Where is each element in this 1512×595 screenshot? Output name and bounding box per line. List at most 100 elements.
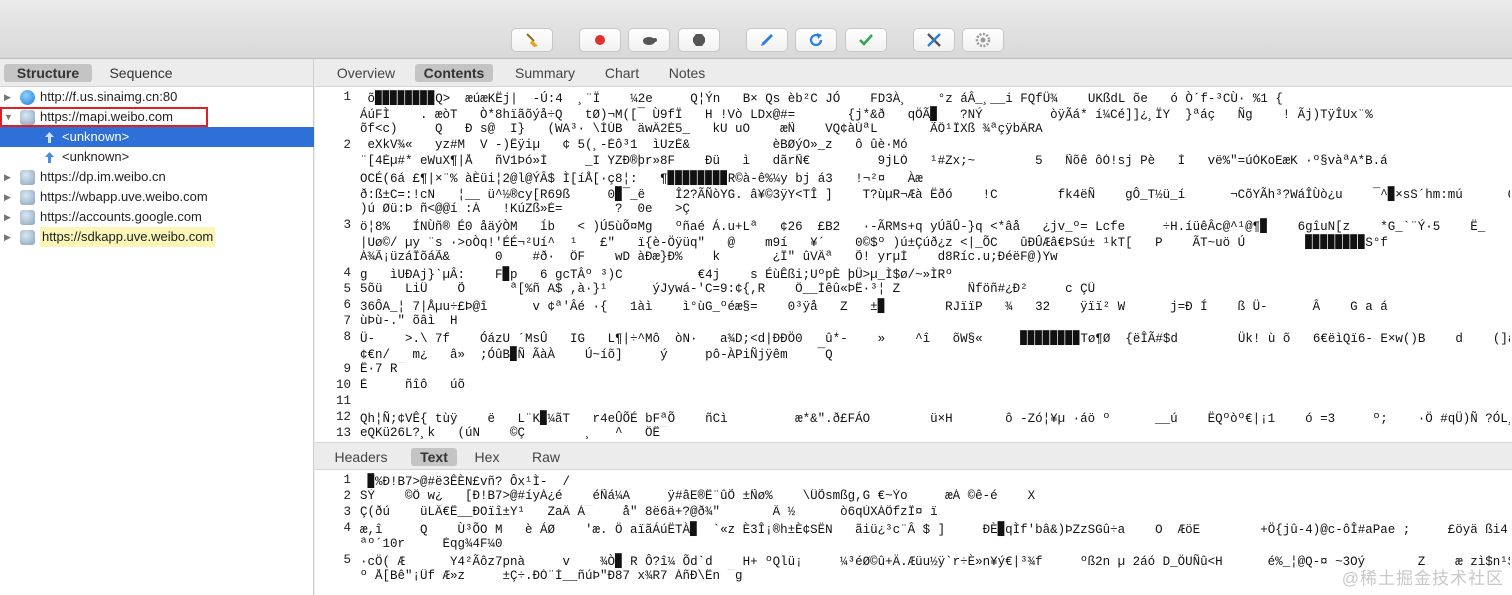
pen-icon[interactable] <box>746 28 788 52</box>
line-number: 2 <box>343 138 351 152</box>
line-text: OCÉ(6á £¶|×¨% àÈüi¦2@l@ÝÂ$ Ì[íÅ[·ç8¦: ¶▉… <box>360 172 923 186</box>
broom-icon[interactable] <box>511 28 553 52</box>
lock-globe-icon <box>20 110 35 125</box>
response-text-view[interactable]: 1 ▉%Ð!B7>@#ë3ÊÈN£vñ? Ôx¹Ì- / 2 SÝ ©Ô w¿ [Ð… <box>315 470 1512 595</box>
collapsed-triangle-icon[interactable]: ▶ <box>4 187 11 207</box>
tree-row[interactable]: <unknown> <box>0 127 314 147</box>
collapsed-triangle-icon[interactable]: ▶ <box>4 207 11 227</box>
line-number: 10 <box>335 378 351 392</box>
collapsed-triangle-icon[interactable]: ▶ <box>4 87 11 107</box>
record-icon[interactable] <box>579 28 621 52</box>
line-number: 1 <box>343 90 351 104</box>
tab-headers[interactable]: Headers <box>327 448 395 466</box>
left-tab-bar: Structure Sequence <box>0 59 313 87</box>
line-text: ªº´10r Éqg¾4F¼0 <box>360 537 503 551</box>
upload-arrow-icon <box>42 150 57 165</box>
tab-chart[interactable]: Chart <box>595 64 649 82</box>
tab-structure[interactable]: Structure <box>4 64 92 82</box>
line-text: ¢€n/ m¿ â» ;ÓûB▉Ñ ÃàÀ Ú~íõ] ý pô-ÀPiÑjÿê… <box>360 348 833 362</box>
host-tree: ▶ http://f.us.sinaimg.cn:80 ▼ https://mapi.… <box>0 87 314 287</box>
line-number: 5 <box>343 282 351 296</box>
tab-text[interactable]: Text <box>411 448 457 466</box>
tab-summary[interactable]: Summary <box>505 64 585 82</box>
line-text: ÁúFÌ . æòT Ò*8hïãõýå÷Q tØ)¬M([¯ Ù9fÏ H !… <box>360 108 1373 122</box>
line-text: 36ÔA_¦ 7|Åµu÷£Þ@î v ¢ª'Âé ·{ 1àì ì°ùG_ºé… <box>360 300 1388 314</box>
line-text: Ê·7 R¯ <box>360 362 406 376</box>
lock-globe-icon <box>20 230 35 245</box>
line-text: õf<c) Q Ð s@ I} (WA³· \ÍÙB äwÄ2É5_ kU uO… <box>360 122 1043 136</box>
tree-item-label: https://wbapp.uve.weibo.com <box>40 189 208 204</box>
content-tab-bar: Overview Contents Summary Chart Notes <box>315 59 1512 87</box>
refresh-icon[interactable] <box>795 28 837 52</box>
tree-item-label: https://mapi.weibo.com <box>40 109 173 124</box>
tools-icon[interactable] <box>913 28 955 52</box>
lock-globe-icon <box>20 170 35 185</box>
line-text: |Uø©/ µy ¨s ·>oÒq!'ÉÉ¬²Uí^ ¹ £" ï{è-Öÿüq… <box>360 236 1388 250</box>
tree-row[interactable]: ▶ https://accounts.google.com <box>0 207 314 227</box>
tree-item-label: https://sdkapp.uve.weibo.com <box>40 227 216 247</box>
tab-sequence[interactable]: Sequence <box>100 64 182 82</box>
line-text: ¨[4Éµ#* eWuX¶|Å ñV1Þó»Ì _I YZÐ®þr»8F Ðü … <box>360 154 1388 168</box>
line-text: º Å[Bê"¡Ûf Æ»z ±Ç÷.ÐÒ¨Ì__ñúÞ"Ð87 x¾R7 Áñ… <box>360 569 743 583</box>
collapsed-triangle-icon[interactable]: ▶ <box>4 227 11 247</box>
stop-icon[interactable] <box>678 28 720 52</box>
line-text: ùÞù-." õâì H <box>360 314 458 328</box>
line-number: 4 <box>343 266 351 280</box>
structure-panel: Structure Sequence ▶ http://f.us.sinaimg.… <box>0 59 314 595</box>
upload-arrow-icon <box>42 130 57 145</box>
line-number: 1 <box>343 473 351 487</box>
toolbar <box>0 0 1512 59</box>
check-icon[interactable] <box>845 28 887 52</box>
expanded-triangle-icon[interactable]: ▼ <box>4 107 13 127</box>
line-text: Qh¦Ñ;¢VÊ{ tùÿ ë L¨K▉¼ãT r4eÛÕÉ bFªÕ ñCì … <box>360 412 1510 426</box>
line-text: õ▉▉▉▉▉▉▉▉Q> æúæKËj| -Ú:4 ¸¨Ï ¼2e Q¦Ýn B×… <box>360 92 1283 106</box>
line-number: 11 <box>335 394 351 408</box>
line-text: ð:ß±C=:!cN ¦__ ü^½®cy[R69ß 0▉¯_ë Î2?ÃÑòY… <box>360 188 1510 202</box>
tree-row[interactable]: ▼ https://mapi.weibo.com <box>0 107 208 127</box>
line-text: ·cÖ( Æ Y4²Ãôz7pnà v ¾Ò▉ R Ô?î¼ Õd`d H+ º… <box>360 555 1510 569</box>
line-text: È ñîô úõ <box>360 378 466 392</box>
tree-row[interactable]: ▶ https://sdkapp.uve.weibo.com <box>0 227 314 247</box>
line-text: g ìUÐAj}`µÂ: F▉p 6 gcTÂº ³)C €4j s ÉùÊßi… <box>360 268 953 282</box>
tree-item-label: <unknown> <box>62 149 130 164</box>
collapsed-triangle-icon[interactable]: ▶ <box>4 167 11 187</box>
tab-raw[interactable]: Raw <box>521 448 571 466</box>
lock-globe-icon <box>20 190 35 205</box>
line-text: )ú Øü:Þ ñ<@@í :À !KúZß»È= ? 0e >Ç <box>360 202 691 216</box>
charles-proxy-window: Structure Sequence ▶ http://f.us.sinaimg.… <box>0 0 1512 595</box>
tab-hex[interactable]: Hex <box>465 448 509 466</box>
line-text: æ,î Q Ù³ÕO M è ÁØ 'æ. Ö aïãÁúËTÀ▉ `«z È3… <box>360 523 1508 537</box>
settings-icon[interactable] <box>962 28 1004 52</box>
line-number: 3 <box>343 218 351 232</box>
line-number: 7 <box>343 314 351 328</box>
line-number: 5 <box>343 553 351 567</box>
tree-row[interactable]: ▶ http://f.us.sinaimg.cn:80 <box>0 87 314 107</box>
tab-contents[interactable]: Contents <box>415 64 493 82</box>
turtle-icon[interactable] <box>628 28 670 52</box>
tab-overview[interactable]: Overview <box>327 64 405 82</box>
tree-item-label: <unknown> <box>62 129 130 144</box>
watermark-text: @稀土掘金技术社区 <box>1341 569 1504 588</box>
line-text: eQKü26L?¸k (úN ©Ç ¸ ^ ÔÊ¯ <box>360 426 668 440</box>
line-number: 4 <box>343 521 351 535</box>
line-text: 5õü LiÛ Õ ª[%ñ A$ ,à·}¹ ýJywá-'C=9:¢{,R … <box>360 282 1096 296</box>
line-text: SÝ ©Ô w¿ [Ð!B7>@#íyÀ¿é éÑá¼A ÿ#âE®Ë¨ûÕ ±… <box>360 489 1036 503</box>
line-number: 6 <box>343 298 351 312</box>
line-text: ö¦8% ÍNÙñ® É0 åäýÒM ĺb < )Ú5ùÕ¤Mg ºñaé Á… <box>360 220 1510 234</box>
lock-globe-icon <box>20 210 35 225</box>
body-tab-bar: Headers Text Hex Raw <box>315 442 1512 470</box>
line-text: ▉%Ð!B7>@#ë3ÊÈN£vñ? Ôx¹Ì- / <box>360 475 571 489</box>
line-number: 9 <box>343 362 351 376</box>
tree-item-label: https://accounts.google.com <box>40 209 202 224</box>
line-text: Ü- >.\ 7f ÓázU ´MsÛ IG L¶|÷^Mô òN· a¾D;<… <box>360 332 1510 346</box>
tree-item-label: http://f.us.sinaimg.cn:80 <box>40 89 178 104</box>
tree-row[interactable]: ▶ https://dp.im.weibo.cn <box>0 167 314 187</box>
globe-icon <box>20 90 35 105</box>
line-number: 2 <box>343 489 351 503</box>
line-number: 13 <box>335 426 351 440</box>
request-body-view[interactable]: 1 õ▉▉▉▉▉▉▉▉Q> æúæKËj| -Ú:4 ¸¨Ï ¼2e Q¦Ýn … <box>315 87 1512 442</box>
tree-row[interactable]: ▶ https://wbapp.uve.weibo.com <box>0 187 314 207</box>
tree-row[interactable]: <unknown> <box>0 147 314 167</box>
tab-notes[interactable]: Notes <box>661 64 713 82</box>
line-number: 12 <box>335 410 351 424</box>
